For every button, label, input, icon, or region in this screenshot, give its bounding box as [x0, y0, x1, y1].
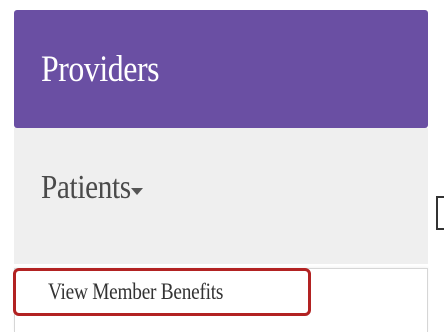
providers-tab[interactable]: Providers [14, 10, 428, 128]
text-cursor-icon [436, 196, 444, 230]
patients-tab-label: Patients [41, 169, 131, 206]
patients-dropdown-menu: View Member Benefits [13, 268, 428, 332]
view-member-benefits-menu-item[interactable]: View Member Benefits [13, 268, 311, 316]
caret-down-icon [131, 187, 144, 195]
patients-tab-row: Patients [41, 169, 428, 207]
patients-tab[interactable]: Patients [14, 128, 428, 264]
menu-item-label: View Member Benefits [48, 279, 224, 304]
providers-tab-label: Providers [41, 48, 160, 90]
